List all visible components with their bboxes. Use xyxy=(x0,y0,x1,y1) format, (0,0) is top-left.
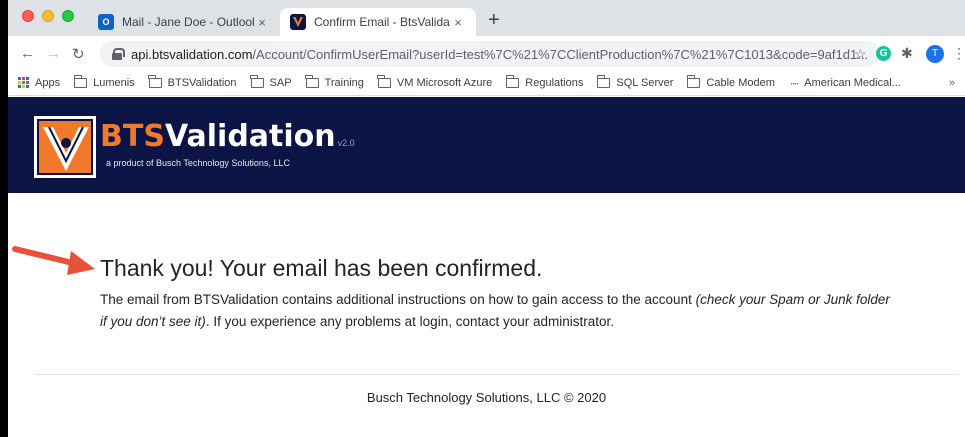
bookmark-label: Apps xyxy=(35,76,61,89)
bookmark-sql-server[interactable]: SQL Server xyxy=(596,74,674,89)
ama-icon: ᠁ xyxy=(788,79,799,89)
folder-icon xyxy=(73,74,88,88)
bookmark-label: SQL Server xyxy=(616,76,674,89)
tab-close-icon[interactable]: × xyxy=(254,15,270,30)
address-bar[interactable]: api.btsvalidation.com/Account/ConfirmUse… xyxy=(100,41,880,67)
btsvalidation-logo-icon[interactable] xyxy=(34,116,96,178)
lock-icon[interactable] xyxy=(112,48,125,60)
folder-icon xyxy=(596,74,611,88)
bookmark-star-icon[interactable]: ☆ xyxy=(854,46,867,63)
brand-tagline: a product of Busch Technology Solutions,… xyxy=(106,158,290,168)
tab-confirm-email[interactable]: Confirm Email - BtsValidation × xyxy=(280,8,476,36)
btsvalidation-icon xyxy=(290,14,306,30)
bookmark-label: American Medical... xyxy=(804,76,901,89)
url-host: api.btsvalidation.com xyxy=(131,46,253,62)
tab-title: Confirm Email - BtsValidation xyxy=(314,15,450,29)
back-arrow-icon[interactable]: ← xyxy=(20,45,35,62)
folder-icon xyxy=(505,74,520,88)
bookmark-vm-microsoft-azure[interactable]: VM Microsoft Azure xyxy=(377,74,493,89)
bookmark-label: BTSValidation xyxy=(167,76,237,89)
bookmark-label: Regulations xyxy=(525,76,584,89)
bookmark-label: SAP xyxy=(269,76,292,89)
forward-arrow-icon[interactable]: → xyxy=(46,45,61,62)
bookmark-label: VM Microsoft Azure xyxy=(396,76,493,89)
folder-icon xyxy=(250,74,264,88)
bookmark-american-medical[interactable]: ᠁ American Medical... xyxy=(789,76,901,90)
reload-icon[interactable]: ↻ xyxy=(72,45,85,63)
site-header: BTSValidation v2.0 a product of Busch Tec… xyxy=(8,97,965,193)
message-text: The email from BTSValidation contains ad… xyxy=(100,292,696,307)
bookmark-btsvalidation[interactable]: BTSValidation xyxy=(148,74,237,89)
browser-window: O Mail - Jane Doe - Outlook × Confirm Em… xyxy=(0,0,965,437)
url-path: /Account/ConfirmUserEmail?userId=test%7C… xyxy=(252,46,869,62)
bookmark-label: Cable Modem xyxy=(706,76,775,89)
folder-icon xyxy=(686,74,701,88)
tab-outlook[interactable]: O Mail - Jane Doe - Outlook × xyxy=(88,8,280,36)
bookmark-label: Lumenis xyxy=(93,76,135,89)
brand-suffix: Validation xyxy=(164,119,336,154)
grammarly-extension-icon[interactable]: G xyxy=(876,46,891,61)
folder-icon xyxy=(305,74,319,88)
minimize-window-button[interactable] xyxy=(42,10,54,22)
new-tab-button[interactable]: + xyxy=(488,10,500,30)
brand-version: v2.0 xyxy=(337,138,355,148)
outlook-icon: O xyxy=(98,14,114,30)
folder-icon xyxy=(377,74,391,88)
bookmark-training[interactable]: Training xyxy=(305,74,364,89)
brand-prefix: BTS xyxy=(100,119,165,154)
bookmark-lumenis[interactable]: Lumenis xyxy=(73,74,135,89)
tab-strip: O Mail - Jane Doe - Outlook × Confirm Em… xyxy=(8,0,965,36)
tab-title: Mail - Jane Doe - Outlook xyxy=(122,15,254,29)
bookmark-label: Training xyxy=(324,76,364,89)
footer-divider xyxy=(34,374,959,375)
message-text-end: . If you experience any problems at logi… xyxy=(205,314,615,329)
annotation-arrow-icon xyxy=(12,246,95,275)
bookmarks-bar: Apps Lumenis BTSValidation SAP Training … xyxy=(8,70,965,96)
footer-copyright: Busch Technology Solutions, LLC © 2020 xyxy=(366,390,607,405)
close-window-button[interactable] xyxy=(22,10,34,22)
page-content: Thank you! Your email has been confirmed… xyxy=(8,193,965,437)
brand-wordmark[interactable]: BTSValidation v2.0 xyxy=(100,119,355,154)
bookmark-sap[interactable]: SAP xyxy=(250,74,292,89)
browser-toolbar: ← → ↻ api.btsvalidation.com/Account/Conf… xyxy=(8,36,965,70)
more-bookmarks-button[interactable]: » xyxy=(949,77,955,89)
page-title: Thank you! Your email has been confirmed… xyxy=(100,255,543,281)
menu-kebab-icon[interactable]: ⋮ xyxy=(952,45,965,62)
folder-icon xyxy=(148,74,162,88)
profile-avatar[interactable]: T xyxy=(926,45,944,63)
extensions-puzzle-icon[interactable]: ✱ xyxy=(901,45,913,62)
maximize-window-button[interactable] xyxy=(62,10,74,22)
apps-grid-icon xyxy=(18,77,29,88)
bookmark-apps[interactable]: Apps xyxy=(18,77,60,89)
bookmark-cable-modem[interactable]: Cable Modem xyxy=(686,74,775,89)
bookmark-regulations[interactable]: Regulations xyxy=(505,74,584,89)
confirmation-message: The email from BTSValidation contains ad… xyxy=(100,289,900,333)
tab-close-icon[interactable]: × xyxy=(450,15,466,30)
